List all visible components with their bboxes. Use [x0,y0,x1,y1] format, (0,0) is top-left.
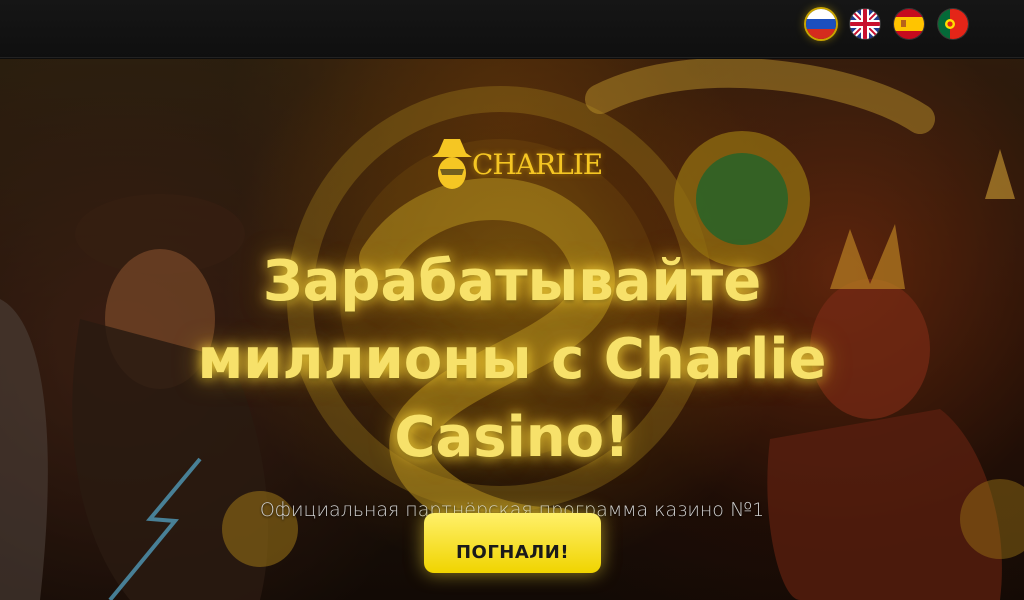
headline-line-1: Зарабатывайте [262,249,762,314]
flag-spain-icon[interactable] [894,9,924,39]
headline-line-3: Casino! [394,405,630,470]
lets-go-button[interactable]: ПОГНАЛИ! [424,513,601,573]
headline-line-2: миллионы с Charlie [197,327,827,392]
cowboy-logo-icon [432,139,472,189]
hero-headline: Зарабатывайте миллионы с Charlie Casino! [120,243,904,477]
top-bar [0,0,1024,58]
language-switcher [806,9,968,39]
flag-uk-icon[interactable] [850,9,880,39]
flag-russia-icon[interactable] [806,9,836,39]
logo-text: CHARLIE [472,147,603,181]
flag-portugal-icon[interactable] [938,9,968,39]
charlie-logo: CHARLIE [426,135,604,193]
